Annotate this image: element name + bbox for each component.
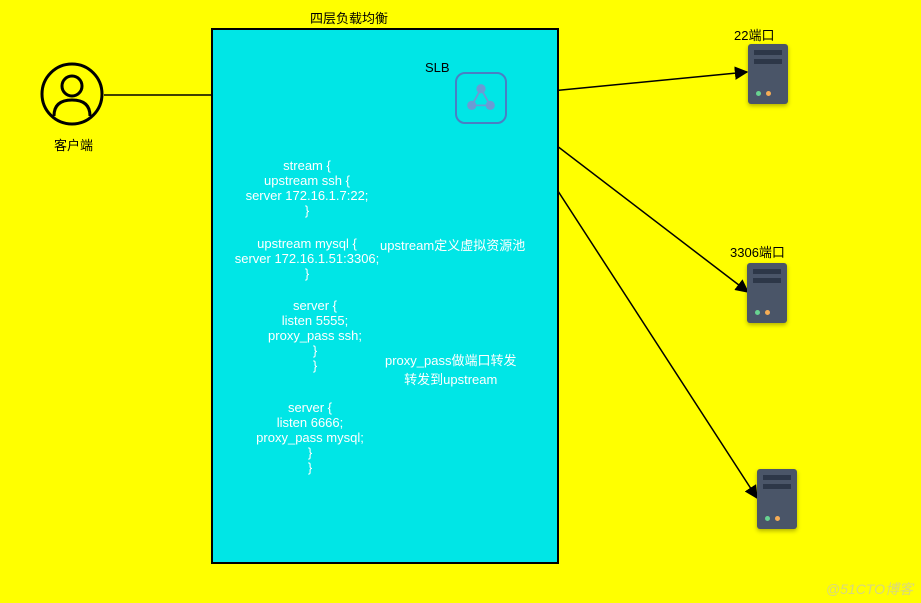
client-label: 客户端 bbox=[54, 135, 93, 154]
server1-icon bbox=[748, 44, 788, 104]
config-stream-ssh: stream { upstream ssh { server 172.16.1.… bbox=[222, 158, 392, 218]
config-upstream-mysql: upstream mysql { server 172.16.1.51:3306… bbox=[212, 236, 402, 281]
config-server-5555: server { listen 5555; proxy_pass ssh; } … bbox=[240, 298, 390, 373]
client-icon bbox=[40, 62, 104, 126]
config-server-6666: server { listen 6666; proxy_pass mysql; … bbox=[230, 400, 390, 475]
watermark: @51CTO博客 bbox=[826, 579, 913, 599]
server1-label: 22端口 bbox=[734, 25, 774, 44]
slb-label: SLB bbox=[425, 60, 450, 75]
note-proxy: proxy_pass做端口转发 转发到upstream bbox=[385, 350, 516, 388]
note-upstream: upstream定义虚拟资源池 bbox=[380, 235, 525, 254]
slb-icon bbox=[455, 72, 507, 124]
server3-icon bbox=[757, 469, 797, 529]
server2-label: 3306端口 bbox=[730, 242, 785, 261]
server2-icon bbox=[747, 263, 787, 323]
diagram-title: 四层负载均衡 bbox=[310, 8, 388, 27]
